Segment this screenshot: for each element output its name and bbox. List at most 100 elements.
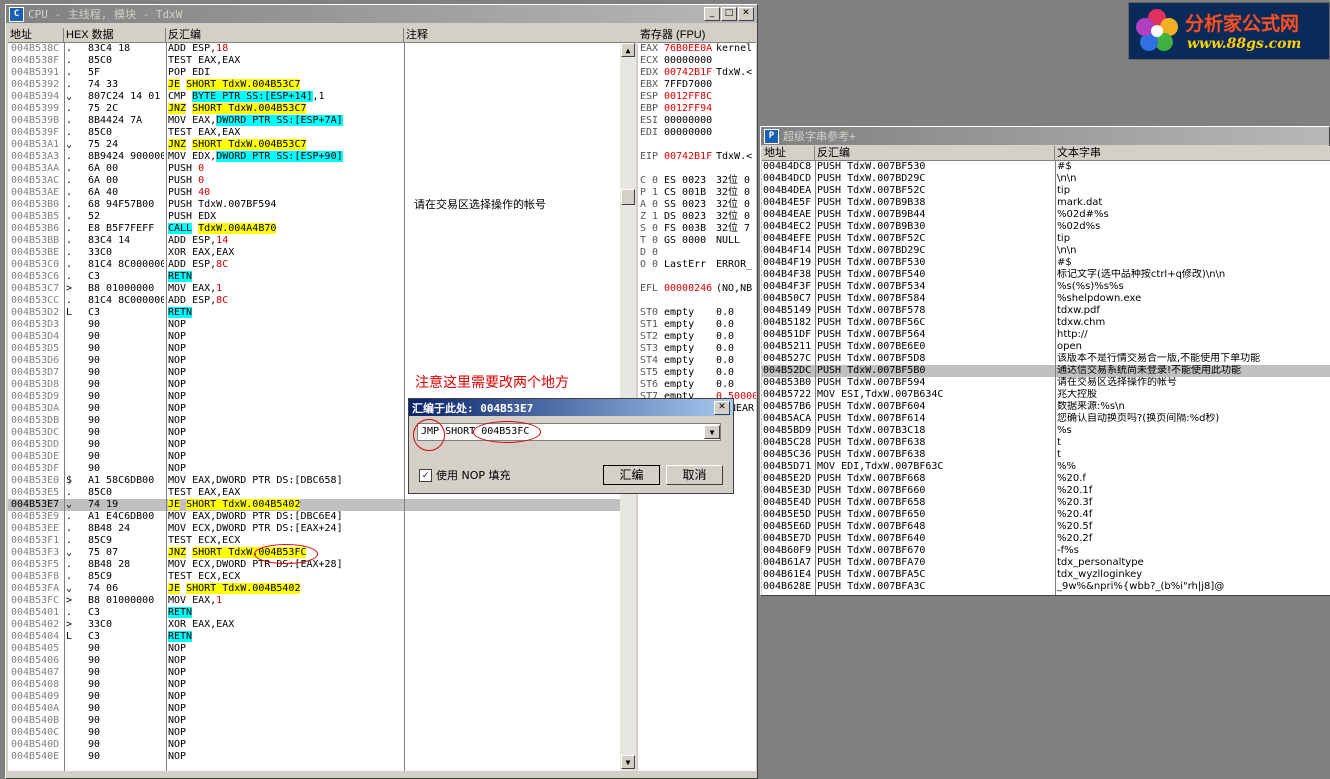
- code-row[interactable]: 004B5391. 5F POP EDI: [8, 67, 620, 79]
- code-row[interactable]: 004B5401. C3 RETN: [8, 607, 620, 619]
- col-comment-header[interactable]: 注释: [404, 28, 636, 42]
- code-row[interactable]: 004B540D 90 NOP: [8, 739, 620, 751]
- string-row[interactable]: 004B57B6 PUSH TdxW.007BF604 数据来源:%s\n: [762, 401, 1330, 413]
- string-row[interactable]: 004B53B0 PUSH TdxW.007BF594 请在交易区选择操作的帐号: [762, 377, 1330, 389]
- code-row[interactable]: 004B53A3. 8B9424 9000000 MOV EDX,DWORD PTR…: [8, 151, 620, 163]
- string-row[interactable]: 004B4DCD PUSH TdxW.007BD29C \n\n: [762, 173, 1330, 185]
- code-row[interactable]: 004B53D4 90 NOP: [8, 331, 620, 343]
- code-row[interactable]: 004B539F. 85C0 TEST EAX,EAX: [8, 127, 620, 139]
- code-row[interactable]: 004B539B. 8B4424 7A MOV EAX,DWORD PTR SS:[…: [8, 115, 620, 127]
- string-row[interactable]: 004B628E PUSH TdxW.007BFA3C _9w%&npri%{wbb…: [762, 581, 1330, 593]
- assemble-button[interactable]: 汇编: [603, 465, 660, 485]
- code-row[interactable]: 004B53B5. 52 PUSH EDX: [8, 211, 620, 223]
- string-row[interactable]: 004B52DC PUSH TdxW.007BF5B0 通达信交易系统尚未登录!不能…: [762, 365, 1330, 377]
- scroll-thumb[interactable]: [621, 189, 635, 205]
- code-row[interactable]: 004B53F1. 85C9 TEST ECX,ECX: [8, 535, 620, 547]
- string-row[interactable]: 004B4DEA PUSH TdxW.007BF52C tip: [762, 185, 1330, 197]
- code-row[interactable]: 004B53D2 L C3 RETN: [8, 307, 620, 319]
- code-row[interactable]: 004B53D6 90 NOP: [8, 355, 620, 367]
- code-row[interactable]: 004B53F8. 85C9 TEST ECX,ECX: [8, 571, 620, 583]
- col-disasm-header[interactable]: 反汇编: [166, 28, 404, 42]
- string-row[interactable]: 004B5722 MOV ESI,TdxW.007B634C 兆大控股: [762, 389, 1330, 401]
- code-row[interactable]: 004B53AA. 6A 00 PUSH 0: [8, 163, 620, 175]
- code-row[interactable]: 004B5404 L C3 RETN: [8, 631, 620, 643]
- code-row[interactable]: 004B53FA ⌄ 74 06 JE SHORT TdxW.004B5402: [8, 583, 620, 595]
- code-row[interactable]: 004B5409 90 NOP: [8, 691, 620, 703]
- string-row[interactable]: 004B5211 PUSH TdxW.007BE6E0 open: [762, 341, 1330, 353]
- code-row[interactable]: 004B53E9. A1 E4C6DB00 MOV EAX,DWORD PTR DS…: [8, 511, 620, 523]
- registers-header-label[interactable]: 寄存器 (FPU): [638, 28, 756, 42]
- code-row[interactable]: 004B5408 90 NOP: [8, 679, 620, 691]
- close-button[interactable]: ✕: [738, 7, 754, 21]
- string-row[interactable]: 004B5E5D PUSH TdxW.007BF650 %20.4f: [762, 509, 1330, 521]
- string-row[interactable]: 004B4F19 PUSH TdxW.007BF530 #$: [762, 257, 1330, 269]
- code-row[interactable]: 004B53FC > B8 01000000 MOV EAX,1: [8, 595, 620, 607]
- code-row[interactable]: 004B53B6. E8 B5F7FEFF CALL TdxW.004A4B70: [8, 223, 620, 235]
- code-row[interactable]: 004B53C6. C3 RETN: [8, 271, 620, 283]
- scroll-up-button[interactable]: ▲: [621, 43, 635, 57]
- scroll-down-button[interactable]: ▼: [621, 755, 635, 769]
- code-row[interactable]: 004B5399. 75 2C JNZ SHORT TdxW.004B53C7: [8, 103, 620, 115]
- code-row[interactable]: 004B53D3 90 NOP: [8, 319, 620, 331]
- code-row[interactable]: 004B53EE. 8B48 24 MOV ECX,DWORD PTR DS:[EA…: [8, 523, 620, 535]
- string-row[interactable]: 004B4F3F PUSH TdxW.007BF534 %s(%s)%s%s: [762, 281, 1330, 293]
- code-row[interactable]: 004B53BB. 83C4 14 ADD ESP,14: [8, 235, 620, 247]
- code-row[interactable]: 004B540E 90 NOP: [8, 751, 620, 763]
- string-row[interactable]: 004B4EFE PUSH TdxW.007BF52C tip: [762, 233, 1330, 245]
- code-row[interactable]: 004B5406 90 NOP: [8, 655, 620, 667]
- code-row[interactable]: 004B53E7 ⌄ 74 19 JE SHORT TdxW.004B5402: [8, 499, 620, 511]
- code-row[interactable]: 004B53CC. 81C4 8C000000 ADD ESP,8C: [8, 295, 620, 307]
- string-row[interactable]: 004B5E4D PUSH TdxW.007BF658 %20.3f: [762, 497, 1330, 509]
- col-addr-header[interactable]: 地址: [8, 28, 64, 42]
- code-row[interactable]: 004B53C7 > B8 01000000 MOV EAX,1: [8, 283, 620, 295]
- string-row[interactable]: 004B4EC2 PUSH TdxW.007B9B30 %02d%s: [762, 221, 1330, 233]
- string-row[interactable]: 004B50C7 PUSH TdxW.007BF584 %shelpdown.exe: [762, 293, 1330, 305]
- code-row[interactable]: 004B53B0. 68 94F57B00 PUSH TdxW.007BF594 请在…: [8, 199, 620, 211]
- code-row[interactable]: 004B540A 90 NOP: [8, 703, 620, 715]
- code-row[interactable]: 004B5394 ⌄ 807C24 14 01 CMP BYTE PTR SS:[ES…: [8, 91, 620, 103]
- string-row[interactable]: 004B5E7D PUSH TdxW.007BF640 %20.2f: [762, 533, 1330, 545]
- string-row[interactable]: 004B5C36 PUSH TdxW.007BF638 t: [762, 449, 1330, 461]
- dropdown-arrow-icon[interactable]: ▼: [704, 425, 720, 439]
- string-row[interactable]: 004B5149 PUSH TdxW.007BF578 tdxw.pdf: [762, 305, 1330, 317]
- string-row[interactable]: 004B5ACA PUSH TdxW.007BF614 您确认自动换页吗?(换页间隔…: [762, 413, 1330, 425]
- code-row[interactable]: 004B540B 90 NOP: [8, 715, 620, 727]
- minimize-button[interactable]: _: [704, 7, 720, 21]
- code-row[interactable]: 004B53BE. 33C0 XOR EAX,EAX: [8, 247, 620, 259]
- code-row[interactable]: 004B53F5. 8B48 28 MOV ECX,DWORD PTR DS:[EA…: [8, 559, 620, 571]
- code-row[interactable]: 004B5402 >33C0 XOR EAX,EAX: [8, 619, 620, 631]
- string-row[interactable]: 004B5BD9 PUSH TdxW.007B3C18 %s: [762, 425, 1330, 437]
- code-row[interactable]: 004B5405 90 NOP: [8, 643, 620, 655]
- string-row[interactable]: 004B4F38 PUSH TdxW.007BF540 标记文字(选中品种按ctrl…: [762, 269, 1330, 281]
- col-hex-header[interactable]: HEX 数据: [64, 28, 166, 42]
- string-row[interactable]: 004B5E6D PUSH TdxW.007BF648 %20.5f: [762, 521, 1330, 533]
- string-row[interactable]: 004B527C PUSH TdxW.007BF5D8 该版本不是行情交易合一版,不…: [762, 353, 1330, 365]
- code-row[interactable]: 004B538F. 85C0 TEST EAX,EAX: [8, 55, 620, 67]
- str-col-addr-header[interactable]: 地址: [762, 146, 815, 160]
- dialog-close-button[interactable]: ✕: [714, 400, 730, 415]
- code-row[interactable]: 004B53D5 90 NOP: [8, 343, 620, 355]
- maximize-button[interactable]: □: [721, 7, 737, 21]
- code-row[interactable]: 004B5407 90 NOP: [8, 667, 620, 679]
- string-row[interactable]: 004B61E4 PUSH TdxW.007BFA5C tdx_wyzllogink…: [762, 569, 1330, 581]
- nop-fill-checkbox[interactable]: ✓: [419, 469, 432, 482]
- string-row[interactable]: 004B60F9 PUSH TdxW.007BF670 -f%s: [762, 545, 1330, 557]
- string-row[interactable]: 004B4DC8 PUSH TdxW.007BF530 #$: [762, 161, 1330, 173]
- string-row[interactable]: 004B5E3D PUSH TdxW.007BF660 %20.1f: [762, 485, 1330, 497]
- string-row[interactable]: 004B5182 PUSH TdxW.007BF56C tdxw.chm: [762, 317, 1330, 329]
- code-row[interactable]: 004B540C 90 NOP: [8, 727, 620, 739]
- string-row[interactable]: 004B5E2D PUSH TdxW.007BF668 %20.f: [762, 473, 1330, 485]
- strings-titlebar[interactable]: P 超级字串参考+: [761, 127, 1329, 145]
- code-row[interactable]: 004B538C. 83C4 18 ADD ESP,18: [8, 43, 620, 55]
- string-row[interactable]: 004B5D71 MOV EDI,TdxW.007BF63C%%: [762, 461, 1330, 473]
- code-row[interactable]: 004B53C0. 81C4 8C000000 ADD ESP,8C: [8, 259, 620, 271]
- code-row[interactable]: 004B53A1 ⌄ 75 24 JNZ SHORT TdxW.004B53C7: [8, 139, 620, 151]
- assemble-input[interactable]: JMP SHORT 004B53FC ▼: [417, 423, 721, 441]
- code-row[interactable]: 004B5392. 74 33 JE SHORT TdxW.004B53C7: [8, 79, 620, 91]
- string-row[interactable]: 004B4F14 PUSH TdxW.007BD29C \n\n: [762, 245, 1330, 257]
- cancel-button[interactable]: 取消: [666, 465, 723, 485]
- string-row[interactable]: 004B5C28 PUSH TdxW.007BF638 t: [762, 437, 1330, 449]
- str-col-disasm-header[interactable]: 反汇编: [815, 146, 1055, 160]
- dialog-titlebar[interactable]: 汇编于此处: 004B53E7 ✕: [409, 399, 733, 416]
- str-col-text-header[interactable]: 文本字串: [1055, 146, 1330, 160]
